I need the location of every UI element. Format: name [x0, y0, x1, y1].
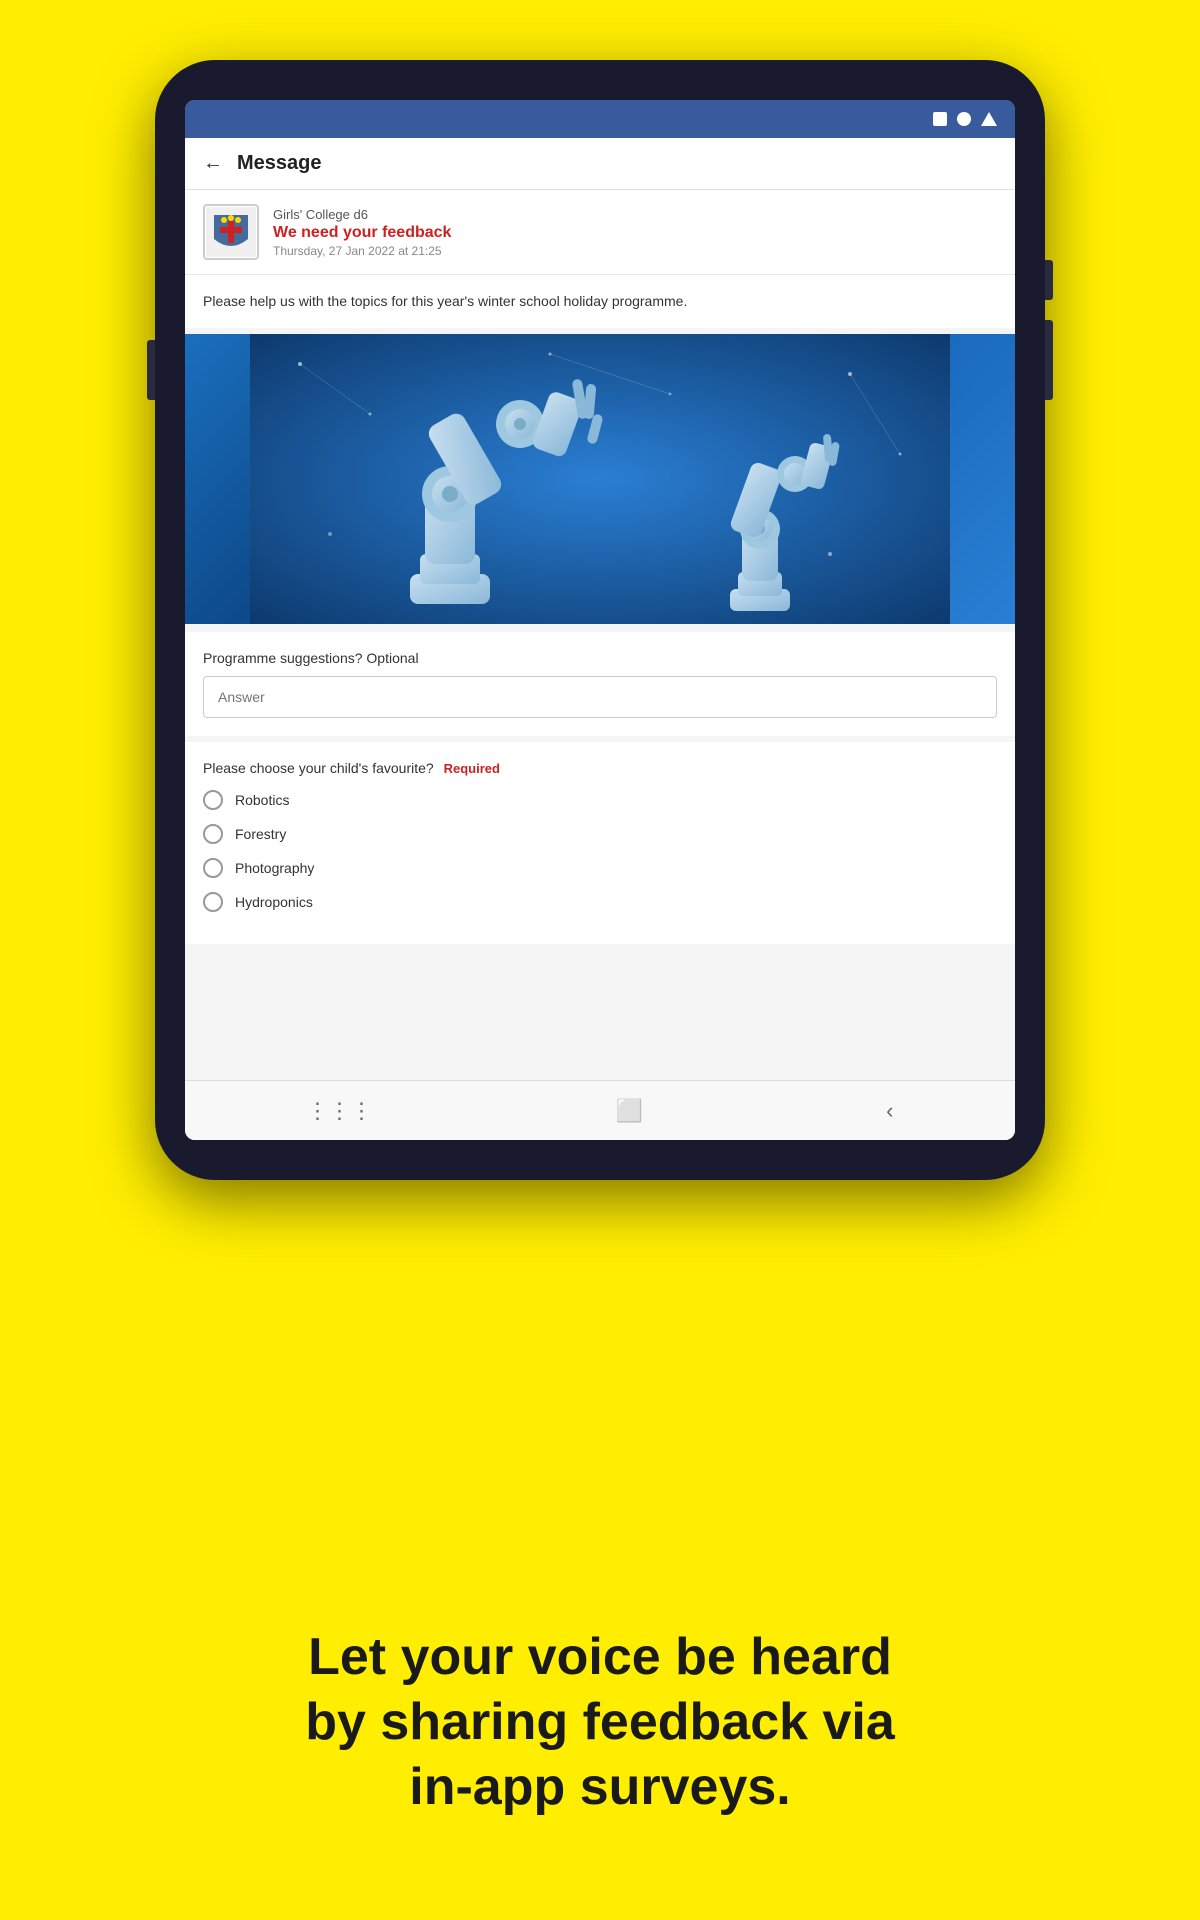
tagline-line3: in-app surveys. [409, 1758, 790, 1816]
body-text: Please help us with the topics for this … [185, 275, 1015, 328]
sender-subject: We need your feedback [273, 224, 451, 242]
radio-option-forestry[interactable]: Forestry [203, 824, 997, 844]
body-message: Please help us with the topics for this … [203, 293, 687, 309]
home-icon[interactable]: ⬜ [616, 1098, 643, 1124]
side-button-left [147, 340, 155, 400]
menu-icon[interactable]: ⋮⋮⋮ [307, 1098, 373, 1124]
bottom-space [185, 950, 1015, 990]
app-header: ← Message [185, 138, 1015, 190]
radio-circle-hydroponics [203, 892, 223, 912]
status-bar [185, 100, 1015, 138]
app-content: ← Message [185, 138, 1015, 1140]
scroll-content[interactable]: Please help us with the topics for this … [185, 275, 1015, 1080]
radio-label-robotics: Robotics [235, 792, 289, 808]
sender-info: Girls' College d6 We need your feedback … [273, 207, 451, 258]
radio-section: Please choose your child's favourite? Re… [185, 742, 1015, 944]
radio-circle-robotics [203, 790, 223, 810]
radio-label-forestry: Forestry [235, 826, 286, 842]
robot-illustration [185, 334, 1015, 624]
radio-option-hydroponics[interactable]: Hydroponics [203, 892, 997, 912]
tagline-text: Let your voice be heard by sharing feedb… [80, 1625, 1120, 1820]
back-nav-icon[interactable]: ‹ [886, 1098, 893, 1124]
answer-input[interactable] [203, 676, 997, 718]
battery-icon [933, 112, 947, 126]
back-button[interactable]: ← [203, 152, 223, 175]
required-badge: Required [444, 761, 500, 776]
tablet-device: ← Message [155, 60, 1045, 1180]
tagline-line1: Let your voice be heard [308, 1628, 892, 1686]
side-button-right-top [1045, 260, 1053, 300]
radio-label-hydroponics: Hydroponics [235, 894, 313, 910]
survey-section: Programme suggestions? Optional [185, 632, 1015, 736]
bottom-nav: ⋮⋮⋮ ⬜ ‹ [185, 1080, 1015, 1140]
radio-question-text: Please choose your child's favourite? [203, 760, 434, 776]
radio-circle-forestry [203, 824, 223, 844]
sender-org: Girls' College d6 [273, 207, 451, 222]
tagline-section: Let your voice be heard by sharing feedb… [0, 1625, 1200, 1820]
signal-icon [957, 112, 971, 126]
page-title: Message [237, 152, 322, 175]
radio-option-robotics[interactable]: Robotics [203, 790, 997, 810]
sender-avatar [203, 204, 259, 260]
radio-circle-photography [203, 858, 223, 878]
side-button-right-bottom [1045, 320, 1053, 400]
wifi-icon [981, 112, 997, 126]
tagline-line2: by sharing feedback via [305, 1693, 895, 1751]
robot-image [185, 334, 1015, 624]
radio-label-photography: Photography [235, 860, 314, 876]
message-sender: Girls' College d6 We need your feedback … [185, 190, 1015, 275]
tablet-screen: ← Message [185, 100, 1015, 1140]
sender-date: Thursday, 27 Jan 2022 at 21:25 [273, 244, 451, 258]
radio-option-photography[interactable]: Photography [203, 858, 997, 878]
survey-label: Programme suggestions? Optional [203, 650, 997, 666]
radio-question: Please choose your child's favourite? Re… [203, 760, 997, 776]
